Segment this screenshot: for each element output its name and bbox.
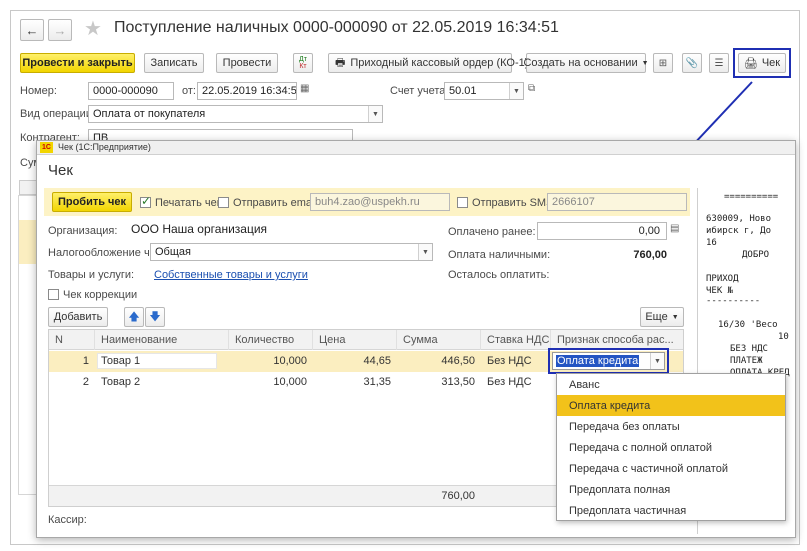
move-up-button[interactable]: 🡅 <box>124 307 144 327</box>
tax-select[interactable]: Общая ▼ <box>150 243 433 261</box>
dialog-window-title: Чек (1С:Предприятие) <box>58 142 151 152</box>
org-label: Организация: <box>48 225 118 237</box>
receipt-line: ========== <box>724 192 779 202</box>
column-header[interactable]: Наименование <box>95 330 229 350</box>
table-header: N Наименование Количество Цена Сумма Ста… <box>49 330 683 350</box>
dropdown-arrow-icon[interactable]: ▼ <box>650 353 664 369</box>
row-vat: Без НДС <box>487 355 532 367</box>
tax-value: Общая <box>155 246 191 258</box>
email-field[interactable]: buh4.zao@uspekh.ru <box>310 193 450 211</box>
send-email-label: Отправить email <box>233 197 317 209</box>
dropdown-option[interactable]: Передача с полной оплатой <box>557 437 785 458</box>
row-qty: 10,000 <box>273 376 307 388</box>
row-price: 31,35 <box>363 376 391 388</box>
app-logo-badge: 1С <box>40 142 53 153</box>
move-down-button[interactable]: 🡇 <box>145 307 165 327</box>
receipt-line: 630009, Ново <box>706 214 772 224</box>
column-header[interactable]: Ставка НДС <box>481 330 551 350</box>
dialog-heading: Чек <box>48 162 73 179</box>
dropdown-option[interactable]: Предоплата частичная <box>557 500 785 521</box>
method-select[interactable]: Оплата кредита ▼ <box>552 352 665 370</box>
row-sum: 446,50 <box>441 355 475 367</box>
row-qty: 10,000 <box>273 355 307 367</box>
receipt-line: ЧЕК № <box>706 286 734 296</box>
send-sms-checkbox[interactable] <box>457 197 468 208</box>
column-header[interactable]: Количество <box>229 330 313 350</box>
receipt-line: БЕЗ НДС <box>730 344 768 354</box>
total-sum: 760,00 <box>441 490 475 502</box>
chevron-down-icon: ▼ <box>671 313 679 321</box>
column-header[interactable]: Цена <box>313 330 397 350</box>
sms-field[interactable]: 2666107 <box>547 193 687 211</box>
correction-label: Чек коррекции <box>63 289 138 301</box>
print-check-label: Печатать чек <box>155 197 222 209</box>
row-number: 2 <box>82 376 89 388</box>
row-name: Товар 2 <box>101 376 141 388</box>
checkmark-icon: ✓ <box>141 194 152 208</box>
receipt-line: ---------- <box>706 296 761 306</box>
row-vat: Без НДС <box>487 376 532 388</box>
row-name-field[interactable]: Товар 1 <box>97 353 217 369</box>
goods-label: Товары и услуги: <box>48 269 135 281</box>
receipt-line: 16 <box>706 238 717 248</box>
send-email-checkbox[interactable] <box>218 197 229 208</box>
remaining-label: Осталось оплатить: <box>448 269 550 281</box>
row-name: Товар 1 <box>101 355 141 367</box>
method-dropdown-list: Аванс Оплата кредита Передача без оплаты… <box>556 373 786 521</box>
cashier-label: Кассир: <box>48 514 87 526</box>
paid-cash-label: Оплата наличными: <box>448 249 551 261</box>
paid-before-field[interactable]: 0,00 <box>537 222 667 240</box>
dropdown-option-selected[interactable]: Оплата кредита <box>557 395 785 416</box>
receipt-line: ДОБРО <box>742 250 770 260</box>
paid-before-value: 0,00 <box>638 225 660 237</box>
more-label: Еще <box>645 311 668 323</box>
row-price: 44,65 <box>363 355 391 367</box>
paid-before-label: Оплачено ранее: <box>448 226 536 238</box>
calculator-icon[interactable]: ▤ <box>670 223 679 234</box>
dropdown-option[interactable]: Аванс <box>557 374 785 395</box>
dropdown-arrow-icon: ▼ <box>418 244 432 260</box>
more-button[interactable]: Еще ▼ <box>640 307 684 327</box>
goods-link[interactable]: Собственные товары и услуги <box>154 269 308 281</box>
paid-cash-value: 760,00 <box>633 249 667 261</box>
column-header[interactable]: Сумма <box>397 330 481 350</box>
receipt-line: ПРИХОД <box>706 274 739 284</box>
add-row-button[interactable]: Добавить <box>48 307 108 327</box>
dropdown-option[interactable]: Предоплата полная <box>557 479 785 500</box>
correction-checkbox[interactable] <box>48 289 59 300</box>
receipt-line: 16/30 'Весо <box>718 320 778 330</box>
row-sum: 313,50 <box>441 376 475 388</box>
row-number: 1 <box>82 355 89 367</box>
column-header[interactable]: Признак способа рас... <box>551 330 683 350</box>
method-value: Оплата кредита <box>556 355 640 367</box>
column-header[interactable]: N <box>49 330 95 350</box>
receipt-line: ПЛАТЕЖ <box>730 356 763 366</box>
punch-check-button[interactable]: Пробить чек <box>52 192 132 212</box>
send-sms-label: Отправить SMS <box>472 197 554 209</box>
receipt-line: ибирск г, До <box>706 226 772 236</box>
print-check-checkbox[interactable]: ✓ <box>140 194 152 208</box>
dropdown-option[interactable]: Передача без оплаты <box>557 416 785 437</box>
receipt-line: 10 <box>778 332 789 342</box>
org-value: ООО Наша организация <box>131 222 268 236</box>
dropdown-option[interactable]: Передача с частичной оплатой <box>557 458 785 479</box>
